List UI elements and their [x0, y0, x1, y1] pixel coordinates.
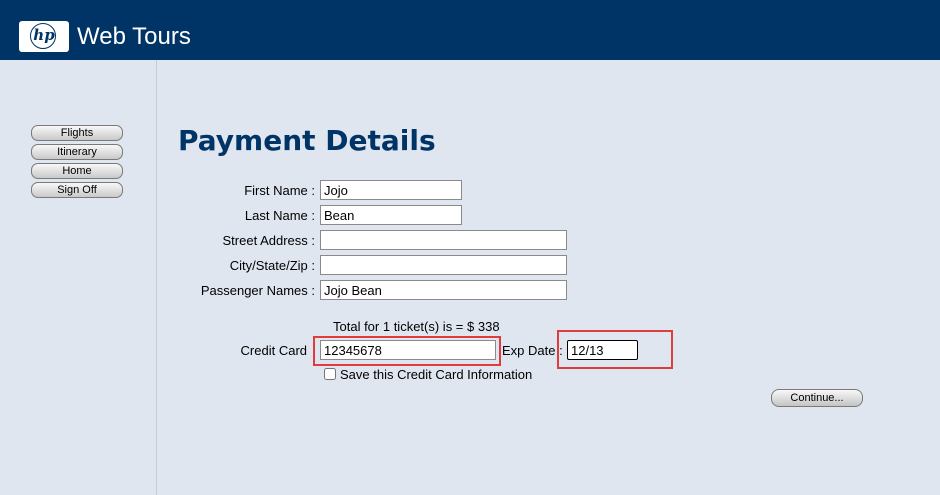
city-state-zip-label: City/State/Zip :	[229, 258, 315, 273]
nav-home-button[interactable]: Home	[31, 163, 123, 179]
total-price-text: Total for 1 ticket(s) is = $ 338	[333, 319, 500, 334]
last-name-field[interactable]	[320, 205, 462, 225]
page-title: Payment Details	[178, 124, 436, 157]
sidebar-divider	[156, 60, 157, 495]
credit-card-label: Credit Card	[240, 343, 307, 358]
street-address-label: Street Address :	[222, 233, 316, 248]
exp-date-label: Exp Date :	[502, 343, 563, 358]
save-credit-card-checkbox[interactable]	[324, 368, 336, 380]
first-name-label: First Name :	[244, 183, 315, 198]
city-state-zip-field[interactable]	[320, 255, 567, 275]
last-name-label: Last Name :	[244, 208, 315, 223]
passenger-names-field[interactable]	[320, 280, 567, 300]
passenger-names-label: Passenger Names :	[200, 283, 315, 298]
first-name-field[interactable]	[320, 180, 462, 200]
credit-card-highlight	[313, 336, 501, 366]
header-bar: hp Web Tours	[0, 0, 940, 60]
save-credit-card-label: Save this Credit Card Information	[340, 367, 533, 382]
nav-itinerary-button[interactable]: Itinerary	[31, 144, 123, 160]
logo-mark: hp	[33, 26, 55, 44]
nav-sign-off-button[interactable]: Sign Off	[31, 182, 123, 198]
street-address-field[interactable]	[320, 230, 567, 250]
hp-logo: hp	[19, 21, 69, 52]
nav-flights-button[interactable]: Flights	[31, 125, 123, 141]
continue-button[interactable]: Continue...	[771, 389, 863, 407]
exp-date-highlight	[557, 330, 673, 369]
brand-title: Web Tours	[77, 23, 191, 50]
